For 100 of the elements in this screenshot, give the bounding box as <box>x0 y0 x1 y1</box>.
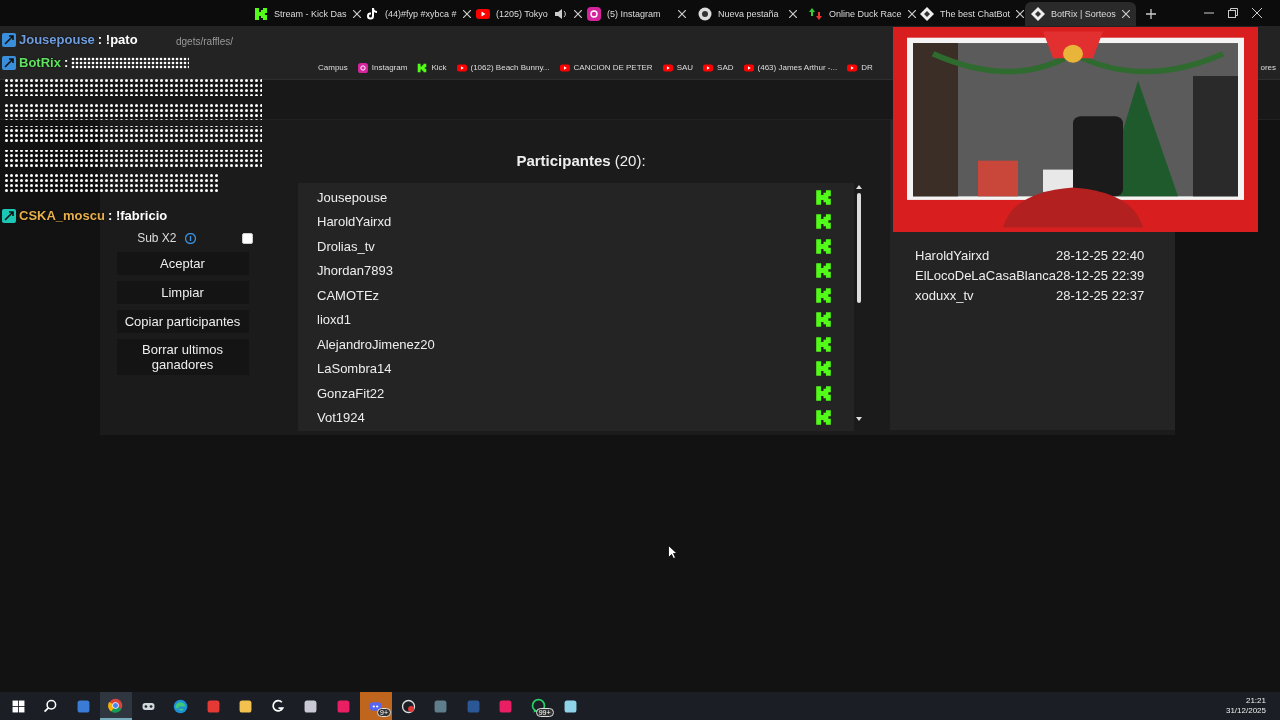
close-icon[interactable] <box>1122 10 1130 18</box>
app-icon[interactable] <box>304 700 317 712</box>
bookmark[interactable]: Instagram <box>357 62 408 73</box>
speaker-icon[interactable] <box>553 7 568 21</box>
chat-username: Jousepouse <box>19 32 95 47</box>
k-logo-icon <box>815 237 832 255</box>
app-icon[interactable] <box>337 700 350 712</box>
clock-time[interactable]: 21:21 <box>1245 696 1266 706</box>
diamond-icon <box>920 7 934 21</box>
bookmark[interactable]: SAU <box>662 62 694 73</box>
close-icon[interactable] <box>573 10 582 18</box>
bookmark[interactable]: (1062) Beach Bunny... <box>456 62 550 73</box>
close-icon[interactable] <box>1252 8 1262 18</box>
record-icon[interactable] <box>401 699 415 713</box>
chat-message: : !fabricio <box>107 208 168 223</box>
participant-name: lioxd1 <box>317 312 352 328</box>
k-logo-icon <box>417 62 428 73</box>
participant-name: HaroldYairxd <box>317 214 393 230</box>
bookmark[interactable]: (463) James Arthur -... <box>743 62 838 73</box>
bookmark[interactable]: Campus <box>318 63 348 72</box>
close-icon[interactable] <box>462 10 471 18</box>
hook-logo-icon[interactable] <box>272 699 284 712</box>
cursor-icon <box>668 545 677 559</box>
wave-logo-icon[interactable] <box>173 699 188 713</box>
gamepad-icon[interactable] <box>369 701 382 711</box>
close-icon[interactable] <box>678 10 686 18</box>
arrows-icon <box>809 7 823 21</box>
browser-tab[interactable]: The best ChatBot <box>914 2 1025 26</box>
bookmark[interactable]: ores <box>1260 63 1280 72</box>
chat-bubble-icon[interactable] <box>531 698 546 712</box>
chat-message: : !pato <box>97 32 138 47</box>
browser-tab[interactable]: Nueva pestaña <box>692 2 803 26</box>
k-logo-icon <box>815 262 832 280</box>
taskbar-button[interactable] <box>99 692 132 720</box>
k-logo-icon <box>815 286 832 304</box>
checkbox[interactable] <box>241 232 253 244</box>
close-icon[interactable] <box>789 10 797 18</box>
k-logo-icon <box>815 188 832 206</box>
action-button[interactable]: Limpiar <box>116 281 249 304</box>
scrollbar[interactable] <box>854 183 864 423</box>
k-logo-icon <box>254 7 268 21</box>
browser-tab[interactable]: (44)#fyp #xybca # <box>359 2 470 26</box>
new-tab-icon[interactable] <box>1146 9 1156 19</box>
play-icon <box>662 62 673 73</box>
browser-tab[interactable]: BotRix | Sorteos <box>1025 2 1136 26</box>
win-time: 28-12-25 22:40 <box>1056 248 1145 263</box>
search-icon[interactable] <box>43 699 57 712</box>
browser-tab[interactable]: (1205) Tokyo <box>470 2 581 26</box>
bookmark[interactable]: DR <box>847 62 873 73</box>
browser-tab[interactable]: (5) Instagram <box>581 2 692 26</box>
k-logo-icon <box>815 384 832 402</box>
close-icon[interactable] <box>352 10 361 18</box>
play-icon <box>476 7 490 21</box>
k-logo-icon <box>815 213 832 231</box>
participant-name: CAMOTEz <box>317 287 381 303</box>
play-icon <box>559 62 570 73</box>
participants-heading: Participantes (20): <box>516 152 646 169</box>
participant-name: Jousepouse <box>317 189 389 205</box>
address-bar[interactable]: dgets/raffles/ <box>172 33 238 49</box>
info-icon[interactable] <box>184 232 196 244</box>
close-icon[interactable] <box>1016 10 1025 18</box>
app-icon[interactable] <box>499 700 512 712</box>
chat-username: CSKA_moscu <box>19 208 105 223</box>
clock-date[interactable]: 31/12/2025 <box>1225 706 1266 716</box>
chat-username: BotRix <box>19 55 61 70</box>
winner-name: xoduxx_tv <box>915 288 975 303</box>
bookmark[interactable]: SAD <box>703 62 734 73</box>
k-logo-icon <box>815 311 832 329</box>
browser-logo-icon <box>698 7 712 21</box>
participant-name: LaSombra14 <box>317 361 393 377</box>
action-button[interactable]: Copiar participantes <box>116 310 249 333</box>
browser-tab[interactable]: Stream - Kick Das <box>248 2 359 26</box>
app-icon[interactable] <box>239 700 252 712</box>
windows-logo-icon[interactable] <box>12 700 25 712</box>
diamond-icon <box>1031 7 1045 21</box>
app-icon[interactable] <box>77 700 90 712</box>
participant-name: AlejandroJimenez20 <box>317 336 436 352</box>
participant-name: Vot1924 <box>317 410 366 426</box>
winner-name: HaroldYairxd <box>915 248 991 263</box>
win-time: 28-12-25 22:39 <box>1056 268 1145 283</box>
participant-name: Jhordan7893 <box>317 263 394 279</box>
mask-icon[interactable] <box>142 702 155 710</box>
play-icon <box>456 62 467 73</box>
play-icon <box>743 62 754 73</box>
app-icon[interactable] <box>564 700 577 712</box>
k-logo-icon <box>815 335 832 353</box>
browser-logo-icon[interactable] <box>108 698 123 713</box>
bookmark[interactable]: CANCION DE PETER <box>559 62 653 73</box>
app-icon[interactable] <box>207 700 220 712</box>
action-button[interactable]: Borrar ultimos ganadores <box>116 339 249 375</box>
k-logo-icon <box>815 409 832 427</box>
participant-name: Drolias_tv <box>317 238 376 254</box>
bookmark[interactable]: Kick <box>417 62 447 73</box>
chat-message: : <box>63 55 69 70</box>
camera-icon <box>357 62 368 73</box>
option-label: Sub X2 <box>137 231 177 245</box>
close-icon[interactable] <box>907 10 916 18</box>
browser-tab[interactable]: Online Duck Race <box>803 2 914 26</box>
action-button[interactable]: Aceptar <box>116 252 249 275</box>
restore-icon[interactable] <box>1228 8 1238 18</box>
